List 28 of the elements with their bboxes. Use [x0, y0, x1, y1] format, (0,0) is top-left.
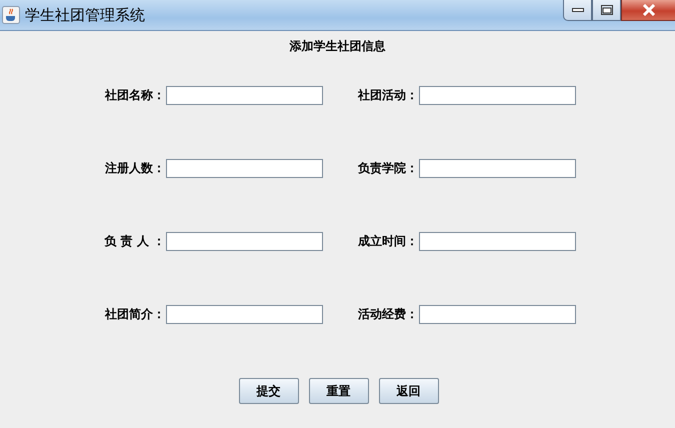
input-field[interactable]: [166, 232, 323, 251]
minimize-icon: [572, 7, 584, 13]
field-label: 社团名称：: [104, 87, 166, 104]
input-field[interactable]: [419, 305, 576, 324]
input-field[interactable]: [419, 232, 576, 251]
maximize-button[interactable]: [592, 0, 621, 21]
action-button[interactable]: 重置: [308, 378, 368, 404]
close-icon: [642, 4, 656, 16]
field-label: 负 责 人 ：: [103, 233, 166, 250]
input-field[interactable]: [419, 86, 576, 105]
action-button[interactable]: 返回: [378, 378, 438, 404]
field-label: 负责学院：: [356, 160, 419, 177]
field-label: 活动经费：: [357, 306, 419, 323]
maximize-icon: [600, 5, 612, 15]
input-field[interactable]: [166, 159, 323, 178]
minimize-button[interactable]: [563, 0, 592, 21]
action-button[interactable]: 提交: [238, 378, 298, 404]
form-heading: 添加学生社团信息: [288, 39, 386, 53]
input-field[interactable]: [166, 86, 323, 105]
field-label: 成立时间：: [357, 233, 419, 250]
input-field[interactable]: [419, 159, 576, 178]
close-button[interactable]: [621, 0, 675, 21]
field-label: 注册人数：: [104, 160, 166, 177]
field-label: 社团活动：: [356, 87, 419, 104]
coffee-cup-icon: [2, 6, 20, 24]
field-label: 社团简介：: [104, 306, 166, 323]
input-field[interactable]: [166, 305, 323, 324]
window-title: 学生社团管理系统: [25, 6, 145, 24]
